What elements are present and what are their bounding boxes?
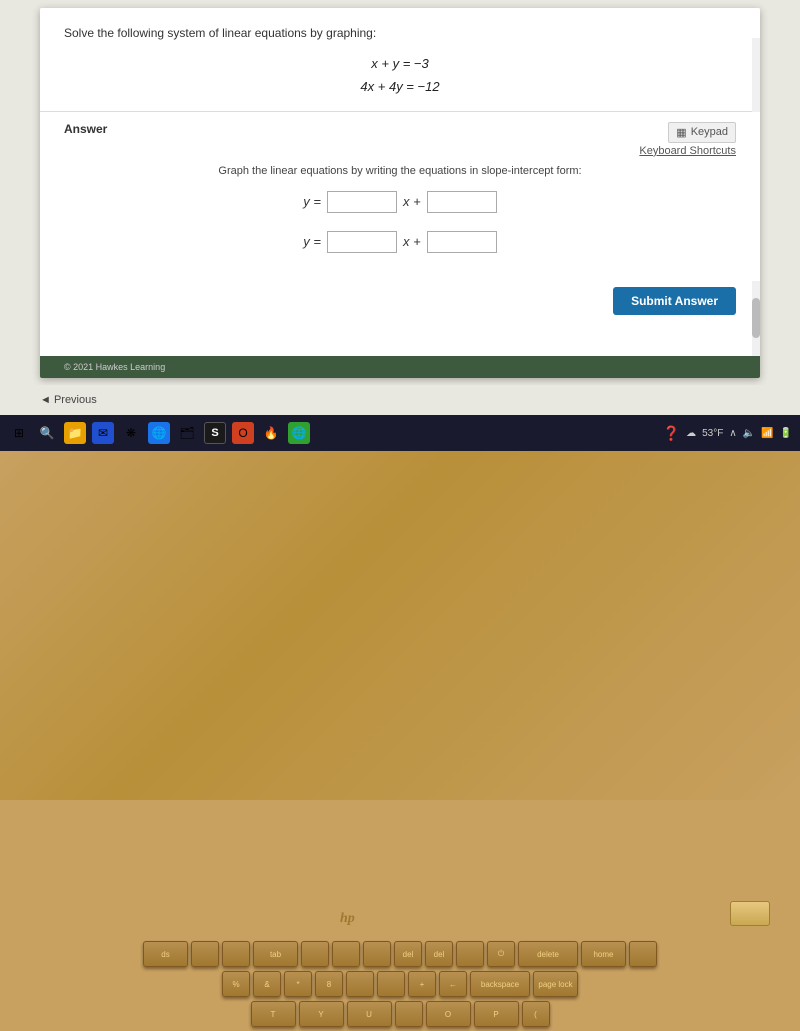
key-8[interactable]: 8	[315, 971, 343, 997]
eq1-prefix: y =	[303, 194, 321, 209]
key-T[interactable]: T	[251, 1001, 296, 1027]
problem-instruction: Solve the following system of linear equ…	[64, 26, 736, 40]
key-backspace[interactable]: backspace	[470, 971, 530, 997]
key-del2[interactable]: del	[425, 941, 453, 967]
taskbar: ⊞ 🔍 📁 ✉ ❋ 🌐 🗂 S O 🔥 🌐 ❓ ☁ 53°F ∧ 🔈 📶 🔋	[0, 415, 800, 451]
laptop-body: hp ds tab del del ⏻ delete home % & * 8	[0, 451, 800, 800]
taskbar-email[interactable]: ✉	[92, 422, 114, 444]
answer-label: Answer	[64, 122, 107, 136]
key-P[interactable]: P	[474, 1001, 519, 1027]
taskbar-cloud: ☁	[686, 428, 696, 439]
key-percent[interactable]: %	[222, 971, 250, 997]
browser-content: Solve the following system of linear equ…	[40, 8, 760, 378]
key-row-1: ds tab del del ⏻ delete home	[20, 941, 780, 967]
eq2-intercept-input[interactable]	[427, 231, 497, 253]
equation-input-row-2: y = x +	[64, 231, 736, 253]
equation-input-row-1: y = x +	[64, 191, 736, 213]
key-f4[interactable]	[332, 941, 360, 967]
key-tab[interactable]: tab	[253, 941, 298, 967]
key-arrow-left[interactable]: ←	[439, 971, 467, 997]
eq1-middle: x +	[403, 194, 421, 209]
answer-header: Answer ▦ Keypad Keyboard Shortcuts	[64, 122, 736, 157]
key-U[interactable]: U	[347, 1001, 392, 1027]
key-asterisk[interactable]: *	[284, 971, 312, 997]
hp-logo: hp	[340, 911, 355, 927]
key-0[interactable]	[377, 971, 405, 997]
answer-section: Answer ▦ Keypad Keyboard Shortcuts Graph…	[40, 112, 760, 281]
submit-area: Submit Answer	[40, 281, 760, 325]
key-pagelock[interactable]: page lock	[533, 971, 578, 997]
equation-1: x + y = −3	[64, 52, 736, 75]
eq2-prefix: y =	[303, 234, 321, 249]
keyboard: ds tab del del ⏻ delete home % & * 8 + ←…	[20, 941, 780, 1031]
taskbar-globe[interactable]: 🌐	[288, 422, 310, 444]
key-f5[interactable]	[363, 941, 391, 967]
taskbar-right: ❓ ☁ 53°F ∧ 🔈 📶 🔋	[663, 425, 792, 442]
taskbar-browser[interactable]: 🌐	[148, 422, 170, 444]
taskbar-files[interactable]: 📁	[64, 422, 86, 444]
taskbar-speaker[interactable]: 🔈	[743, 428, 755, 439]
scrollbar-thumb[interactable]	[752, 298, 760, 338]
key-home[interactable]: home	[581, 941, 626, 967]
taskbar-chevron[interactable]: ∧	[729, 428, 736, 439]
problem-section: Solve the following system of linear equ…	[40, 8, 760, 112]
footer-copyright: © 2021 Hawkes Learning	[64, 362, 165, 372]
screen-area: Solve the following system of linear equ…	[0, 0, 800, 430]
side-accent	[730, 901, 770, 926]
taskbar-dropbox[interactable]: ❋	[120, 422, 142, 444]
key-f3[interactable]	[301, 941, 329, 967]
key-ds[interactable]: ds	[143, 941, 188, 967]
keypad-label: Keypad	[691, 126, 728, 138]
taskbar-network[interactable]: 📶	[761, 428, 773, 439]
keypad-button[interactable]: ▦ Keypad	[668, 122, 736, 143]
temperature: 53°F	[702, 428, 723, 439]
taskbar-search[interactable]: 🔍	[36, 422, 58, 444]
key-f2[interactable]	[222, 941, 250, 967]
keypad-icon: ▦	[676, 126, 686, 139]
taskbar-question[interactable]: ❓	[663, 425, 680, 442]
equation-2: 4x + 4y = −12	[64, 75, 736, 98]
key-power[interactable]: ⏻	[487, 941, 515, 967]
key-open-paren[interactable]: (	[522, 1001, 550, 1027]
eq1-slope-input[interactable]	[327, 191, 397, 213]
key-Y[interactable]: Y	[299, 1001, 344, 1027]
key-pgup[interactable]	[629, 941, 657, 967]
footer-bar: © 2021 Hawkes Learning	[40, 356, 760, 378]
key-delete[interactable]: delete	[518, 941, 578, 967]
taskbar-start[interactable]: ⊞	[8, 422, 30, 444]
key-ampersand[interactable]: &	[253, 971, 281, 997]
key-f6[interactable]	[456, 941, 484, 967]
key-9[interactable]	[346, 971, 374, 997]
right-tools: ▦ Keypad Keyboard Shortcuts	[639, 122, 736, 157]
taskbar-s[interactable]: S	[204, 422, 226, 444]
key-del[interactable]: del	[394, 941, 422, 967]
taskbar-office[interactable]: O	[232, 422, 254, 444]
key-O[interactable]: O	[426, 1001, 471, 1027]
key-plus[interactable]: +	[408, 971, 436, 997]
key-row-2: % & * 8 + ← backspace page lock	[20, 971, 780, 997]
previous-button[interactable]: ◄ Previous	[40, 394, 97, 406]
eq2-middle: x +	[403, 234, 421, 249]
key-row-3: T Y U O P (	[20, 1001, 780, 1027]
key-I[interactable]	[395, 1001, 423, 1027]
submit-button[interactable]: Submit Answer	[613, 287, 736, 315]
taskbar-battery[interactable]: 🔋	[780, 428, 792, 439]
taskbar-apps[interactable]: 🗂	[176, 422, 198, 444]
keyboard-shortcuts-link[interactable]: Keyboard Shortcuts	[639, 145, 736, 157]
eq2-slope-input[interactable]	[327, 231, 397, 253]
graph-instruction: Graph the linear equations by writing th…	[64, 165, 736, 177]
nav-area: ◄ Previous	[0, 385, 800, 415]
eq1-intercept-input[interactable]	[427, 191, 497, 213]
taskbar-fire[interactable]: 🔥	[260, 422, 282, 444]
key-f1[interactable]	[191, 941, 219, 967]
equations-block: x + y = −3 4x + 4y = −12	[64, 52, 736, 99]
